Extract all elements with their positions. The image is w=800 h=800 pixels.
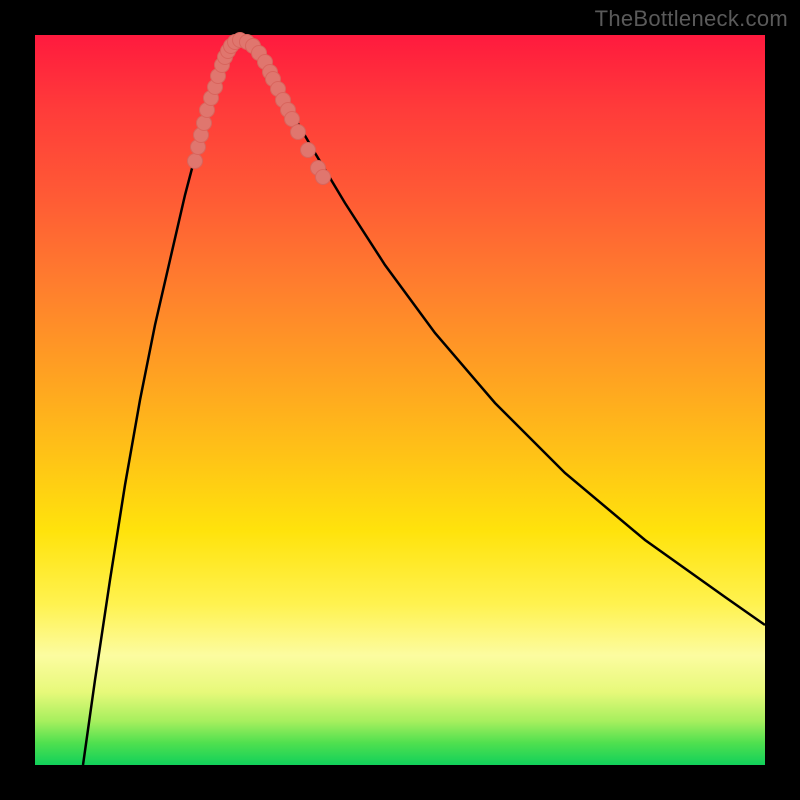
watermark-label: TheBottleneck.com	[595, 6, 788, 32]
plot-area	[35, 35, 765, 765]
chart-svg	[35, 35, 765, 765]
data-marker	[188, 154, 203, 169]
data-marker	[291, 125, 306, 140]
data-marker	[316, 170, 331, 185]
data-marker	[197, 116, 212, 131]
curve-right	[242, 40, 765, 625]
chart-frame: TheBottleneck.com	[0, 0, 800, 800]
curve-left	[83, 40, 242, 765]
data-marker	[301, 143, 316, 158]
marker-group	[188, 33, 331, 185]
